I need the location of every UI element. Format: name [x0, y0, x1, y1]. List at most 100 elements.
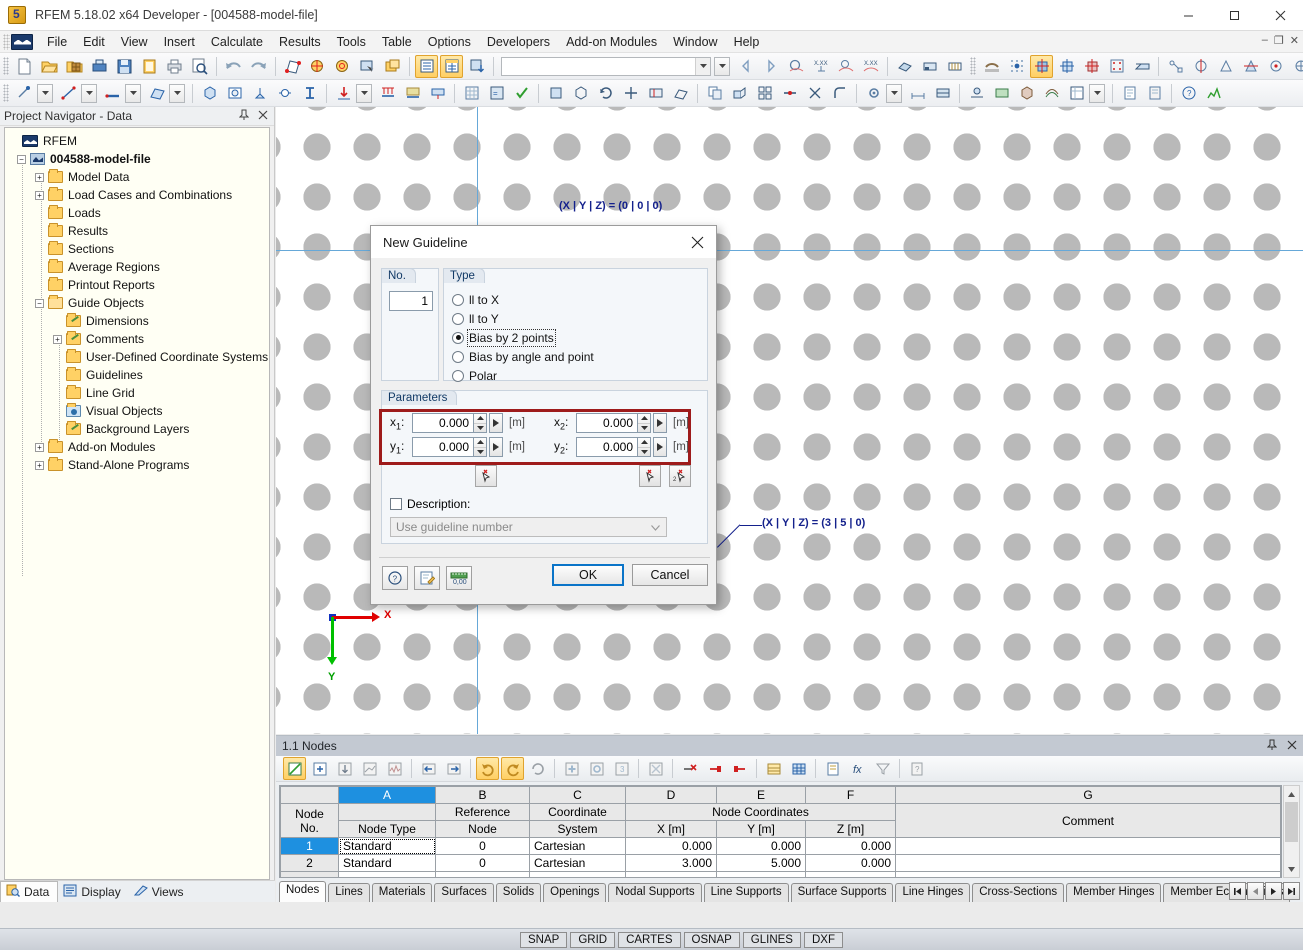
row-header-cell[interactable]: 1	[280, 837, 339, 855]
section-view-icon[interactable]	[644, 82, 667, 105]
col-letter-g[interactable]: G	[895, 786, 1281, 804]
nav-prev-button[interactable]	[1247, 882, 1264, 900]
table-next-icon[interactable]	[442, 757, 465, 780]
menu-table[interactable]: Table	[374, 33, 420, 51]
tree-node-load-cases-and-combinations[interactable]: + Load Cases and Combinations	[5, 186, 269, 204]
menu-tools[interactable]: Tools	[329, 33, 374, 51]
table-format-yellow-icon[interactable]	[762, 757, 785, 780]
open-file-icon[interactable]	[38, 55, 61, 78]
toolbar-grip-handle[interactable]	[3, 57, 9, 75]
show-grid-table-icon[interactable]	[440, 54, 463, 78]
grid-tab-materials[interactable]: Materials	[371, 883, 433, 902]
type-option-bias-by-2-points[interactable]: Bias by 2 points	[452, 328, 594, 347]
pan-view-icon[interactable]	[619, 82, 642, 105]
pin-icon[interactable]	[238, 109, 250, 124]
draw-line-dropdown[interactable]	[81, 83, 97, 103]
col-letter-e[interactable]: E	[716, 786, 806, 804]
expander-expand-icon[interactable]: +	[35, 190, 44, 200]
cell-empty[interactable]	[716, 871, 806, 877]
tree-node-stand-alone-programs[interactable]: + Stand-Alone Programs	[5, 456, 269, 474]
help-topic-icon[interactable]: ?	[1177, 82, 1200, 105]
printout-icon[interactable]	[1143, 82, 1166, 105]
tree-node-background-layers[interactable]: Background Layers	[5, 420, 269, 438]
move-objects-icon[interactable]	[1164, 55, 1187, 78]
cell-node-type[interactable]: Standard	[338, 837, 436, 855]
menu-help[interactable]: Help	[726, 33, 768, 51]
menu-file[interactable]: File	[39, 33, 75, 51]
description-combo[interactable]: Use guideline number	[390, 517, 667, 537]
draw-surface-dropdown[interactable]	[169, 83, 185, 103]
nav-next-button[interactable]	[1265, 882, 1282, 900]
select-objects-icon[interactable]	[980, 55, 1003, 78]
cell-empty[interactable]	[338, 871, 436, 877]
status-button-grid[interactable]: GRID	[570, 931, 616, 948]
table-row[interactable]: 2 Standard 0 Cartesian 3.000 5.000 0.000	[280, 854, 1281, 872]
grid-tab-member-hinges[interactable]: Member Hinges	[1066, 883, 1162, 902]
col-letter-c[interactable]: C	[529, 786, 626, 804]
menu-results[interactable]: Results	[271, 33, 329, 51]
radio-button[interactable]	[452, 331, 464, 344]
cell-empty[interactable]	[280, 871, 339, 877]
grid-tab-cross-sections[interactable]: Cross-Sections	[972, 883, 1065, 902]
dialog-help-button[interactable]: ?	[382, 566, 408, 590]
free-load-icon[interactable]	[426, 82, 449, 105]
close-button[interactable]	[1257, 0, 1303, 31]
pick-two-points-button[interactable]: 2	[669, 465, 691, 487]
result-table-icon[interactable]	[1065, 82, 1088, 105]
maximize-button[interactable]	[1211, 0, 1257, 31]
status-button-dxf[interactable]: DXF	[803, 931, 843, 948]
table-remove-right-icon[interactable]	[728, 757, 751, 780]
menu-calculate[interactable]: Calculate	[203, 33, 271, 51]
chevron-down-icon[interactable]	[695, 57, 710, 75]
new-solid-icon[interactable]	[198, 82, 221, 105]
clipboard-icon[interactable]	[138, 55, 161, 78]
mesh-icon[interactable]	[460, 82, 483, 105]
fillet-icon[interactable]	[828, 82, 851, 105]
menu-insert[interactable]: Insert	[156, 33, 203, 51]
mdi-restore-button[interactable]: ❐	[1274, 34, 1284, 47]
render-model-icon[interactable]	[893, 55, 916, 78]
redo-icon[interactable]	[247, 55, 270, 78]
pick-point-2-button[interactable]	[639, 465, 661, 487]
description-checkbox-row[interactable]: Description:	[390, 497, 470, 511]
print-icon[interactable]	[163, 55, 186, 78]
navigator-tab-display[interactable]: Display	[58, 882, 128, 902]
table-vertical-scrollbar[interactable]	[1283, 785, 1300, 878]
line-load-icon[interactable]	[376, 82, 399, 105]
units-icon[interactable]	[906, 82, 929, 105]
report-icon[interactable]	[1118, 82, 1141, 105]
tree-node-guide-objects[interactable]: − Guide Objects	[5, 294, 269, 312]
tree-node-printout-reports[interactable]: Printout Reports	[5, 276, 269, 294]
table-function-icon[interactable]: fx	[846, 757, 869, 780]
expander-expand-icon[interactable]: +	[35, 460, 44, 470]
row-header-cell[interactable]: 2	[280, 854, 339, 872]
tree-node-model-data[interactable]: + Model Data	[5, 168, 269, 186]
global-deform-icon[interactable]	[965, 82, 988, 105]
grid-tab-lines[interactable]: Lines	[328, 883, 370, 902]
zoom-all-icon[interactable]	[331, 55, 354, 78]
table-insert-row-icon[interactable]	[308, 757, 331, 780]
extrude-icon[interactable]	[728, 82, 751, 105]
toolbar-grip-handle[interactable]	[970, 57, 976, 75]
surface-load-icon[interactable]	[401, 82, 424, 105]
show-results-icon[interactable]	[834, 55, 857, 78]
prev-loadcase-icon[interactable]	[734, 55, 757, 78]
cartesian-grid-icon[interactable]	[1055, 55, 1078, 78]
tree-node-guidelines[interactable]: Guidelines	[5, 366, 269, 384]
table-help-icon[interactable]: ?	[905, 757, 928, 780]
print-preview-blue-icon[interactable]	[88, 55, 111, 78]
grid-tab-surface-supports[interactable]: Surface Supports	[790, 883, 894, 902]
nodal-load-dropdown[interactable]	[356, 83, 372, 103]
cell-reference-node[interactable]: 0	[435, 837, 530, 855]
table-format-blue-icon[interactable]	[787, 757, 810, 780]
tree-root-rfem[interactable]: RFEM	[5, 132, 269, 150]
settings-dropdown[interactable]	[886, 83, 902, 103]
table-chart-icon[interactable]	[383, 757, 406, 780]
tree-node-dimensions[interactable]: Dimensions	[5, 312, 269, 330]
copy-objects-icon[interactable]	[703, 82, 726, 105]
center-view-icon[interactable]	[1289, 55, 1303, 78]
scrollbar-thumb[interactable]	[1285, 802, 1298, 842]
grid-tab-openings[interactable]: Openings	[543, 883, 607, 902]
nodal-load-icon[interactable]	[332, 82, 355, 105]
nav-last-button[interactable]	[1283, 882, 1300, 900]
